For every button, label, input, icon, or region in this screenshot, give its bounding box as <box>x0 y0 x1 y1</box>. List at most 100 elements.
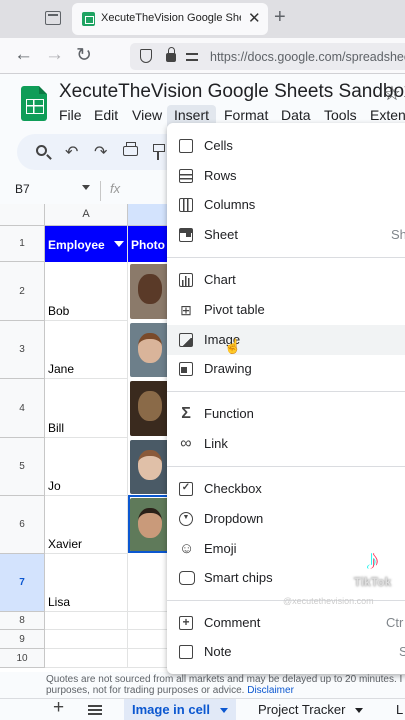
header-cell-employee[interactable]: Employee <box>45 226 128 262</box>
menu-file[interactable]: File <box>52 105 89 129</box>
photo-cell-image[interactable] <box>130 381 170 436</box>
close-tab-icon[interactable]: ✕ <box>248 9 261 27</box>
sheet-tab-label: L <box>396 702 404 717</box>
employee-name: Jane <box>48 362 75 376</box>
row-header-4[interactable]: 4 <box>0 379 45 438</box>
disclaimer-link[interactable]: Disclaimer <box>247 685 294 696</box>
menu-item-label: Checkbox <box>204 481 262 496</box>
cell-selection-outline <box>128 495 170 553</box>
row-header-9[interactable]: 9 <box>0 630 45 649</box>
add-sheet-icon[interactable]: + <box>53 697 64 719</box>
tiktok-watermark: ♪ TikTok <box>340 545 405 590</box>
filter-icon[interactable] <box>114 241 124 248</box>
forward-arrow-icon[interactable]: → <box>45 44 64 66</box>
row-header-8[interactable]: 8 <box>0 612 45 630</box>
insert-checkbox-item[interactable]: ✓ Checkbox <box>167 474 405 504</box>
chevron-down-icon[interactable] <box>355 708 364 714</box>
name-box[interactable]: B7 <box>15 182 30 196</box>
empty-cell[interactable] <box>128 612 170 630</box>
column-header-b[interactable] <box>128 204 170 226</box>
employee-cell[interactable]: Xavier <box>45 496 128 554</box>
insert-comment-item[interactable]: + Comment Ctr <box>167 608 405 638</box>
photo-cell-image[interactable] <box>130 323 170 377</box>
sheet-tab-project-tracker[interactable]: Project Tracker <box>250 699 371 720</box>
employee-name: Jo <box>48 479 61 493</box>
print-icon[interactable] <box>123 142 138 156</box>
selected-empty-cell[interactable] <box>128 554 170 612</box>
insert-drawing-item[interactable]: Drawing <box>167 354 405 384</box>
back-arrow-icon[interactable]: ← <box>14 44 33 66</box>
employee-cell[interactable]: Jane <box>45 321 128 379</box>
sheet-tab-image-in-cell[interactable]: Image in cell <box>124 699 237 720</box>
url-text[interactable]: https://docs.google.com/spreadsheet <box>210 50 405 64</box>
insert-function-item[interactable]: Σ Function <box>167 399 405 429</box>
employee-cell[interactable]: Lisa <box>45 554 128 612</box>
browser-tab-bar: XecuteTheVision Google Sheets S ✕ + <box>0 0 405 38</box>
menu-divider <box>167 466 405 467</box>
employee-cell[interactable]: Jo <box>45 438 128 496</box>
address-field[interactable]: https://docs.google.com/spreadsheet <box>130 43 405 70</box>
row-header-1[interactable]: 1 <box>0 226 45 262</box>
empty-cell[interactable] <box>45 612 128 630</box>
insert-chart-item[interactable]: Chart <box>167 265 405 295</box>
insert-columns-item[interactable]: Columns <box>167 190 405 220</box>
empty-cell[interactable] <box>128 649 170 668</box>
document-title[interactable]: XecuteTheVision Google Sheets Sandbox <box>59 81 405 103</box>
select-all-corner[interactable] <box>0 204 45 226</box>
empty-cell[interactable] <box>45 630 128 649</box>
menu-item-label: Sheet <box>204 227 238 242</box>
sheets-logo-icon[interactable] <box>21 86 47 121</box>
search-menus-icon[interactable] <box>36 145 47 156</box>
all-sheets-icon[interactable] <box>88 705 102 715</box>
insert-pivot-table-item[interactable]: ⊞ Pivot table <box>167 295 405 325</box>
star-icon[interactable]: ☆ <box>383 81 401 106</box>
row-header-7[interactable]: 7 <box>0 554 45 612</box>
chevron-down-icon[interactable] <box>82 185 90 190</box>
row-header-2[interactable]: 2 <box>0 262 45 321</box>
paint-format-icon[interactable] <box>153 144 165 160</box>
reload-icon[interactable]: ↻ <box>76 44 92 67</box>
employee-cell[interactable]: Bill <box>45 379 128 438</box>
chevron-down-icon[interactable] <box>220 708 229 714</box>
browser-tab[interactable]: XecuteTheVision Google Sheets S ✕ <box>72 3 268 35</box>
lock-icon[interactable] <box>166 47 176 62</box>
column-header-a[interactable]: A <box>45 204 128 226</box>
insert-link-item[interactable]: ∞ Link <box>167 429 405 459</box>
tab-overview-icon[interactable] <box>45 11 61 25</box>
quote-disclaimer: Quotes are not sourced from all markets … <box>0 672 405 698</box>
undo-icon[interactable]: ↶ <box>65 142 78 162</box>
insert-image-item[interactable]: Image <box>167 325 405 355</box>
menu-view[interactable]: View <box>125 105 169 129</box>
comment-icon: + <box>179 616 193 630</box>
checkbox-icon: ✓ <box>179 482 193 496</box>
row-header-6[interactable]: 6 <box>0 496 45 554</box>
sheet-tab-label: Project Tracker <box>258 702 346 717</box>
header-cell-photo[interactable]: Photo <box>128 226 170 262</box>
redo-icon[interactable]: ↷ <box>94 142 107 162</box>
row-header-10[interactable]: 10 <box>0 649 45 668</box>
row-header-3[interactable]: 3 <box>0 321 45 379</box>
insert-sheet-item[interactable]: Sheet Sh <box>167 220 405 250</box>
empty-cell[interactable] <box>128 630 170 649</box>
row-header-5[interactable]: 5 <box>0 438 45 496</box>
employee-cell[interactable]: Bob <box>45 262 128 321</box>
header-employee-label: Employee <box>48 238 105 252</box>
insert-rows-item[interactable]: Rows <box>167 161 405 191</box>
shortcut-label: Sh <box>391 227 405 242</box>
insert-cells-item[interactable]: Cells <box>167 131 405 161</box>
insert-dropdown-item[interactable]: ▼ Dropdown <box>167 504 405 534</box>
permissions-icon[interactable] <box>186 49 198 63</box>
pivot-table-icon: ⊞ <box>180 302 192 318</box>
cells-icon <box>179 139 193 153</box>
menu-edit[interactable]: Edit <box>87 105 125 129</box>
note-icon <box>179 645 193 659</box>
shield-icon[interactable] <box>140 49 152 63</box>
new-tab-icon[interactable]: + <box>274 6 286 29</box>
photo-cell-image[interactable] <box>130 264 170 319</box>
empty-cell[interactable] <box>45 649 128 668</box>
insert-note-item[interactable]: Note S <box>167 637 405 667</box>
sheet-tab-next[interactable]: L <box>388 699 405 720</box>
sheet-tab-label: Image in cell <box>132 702 211 717</box>
menu-item-label: Dropdown <box>204 511 264 526</box>
photo-cell-image[interactable] <box>130 440 170 494</box>
